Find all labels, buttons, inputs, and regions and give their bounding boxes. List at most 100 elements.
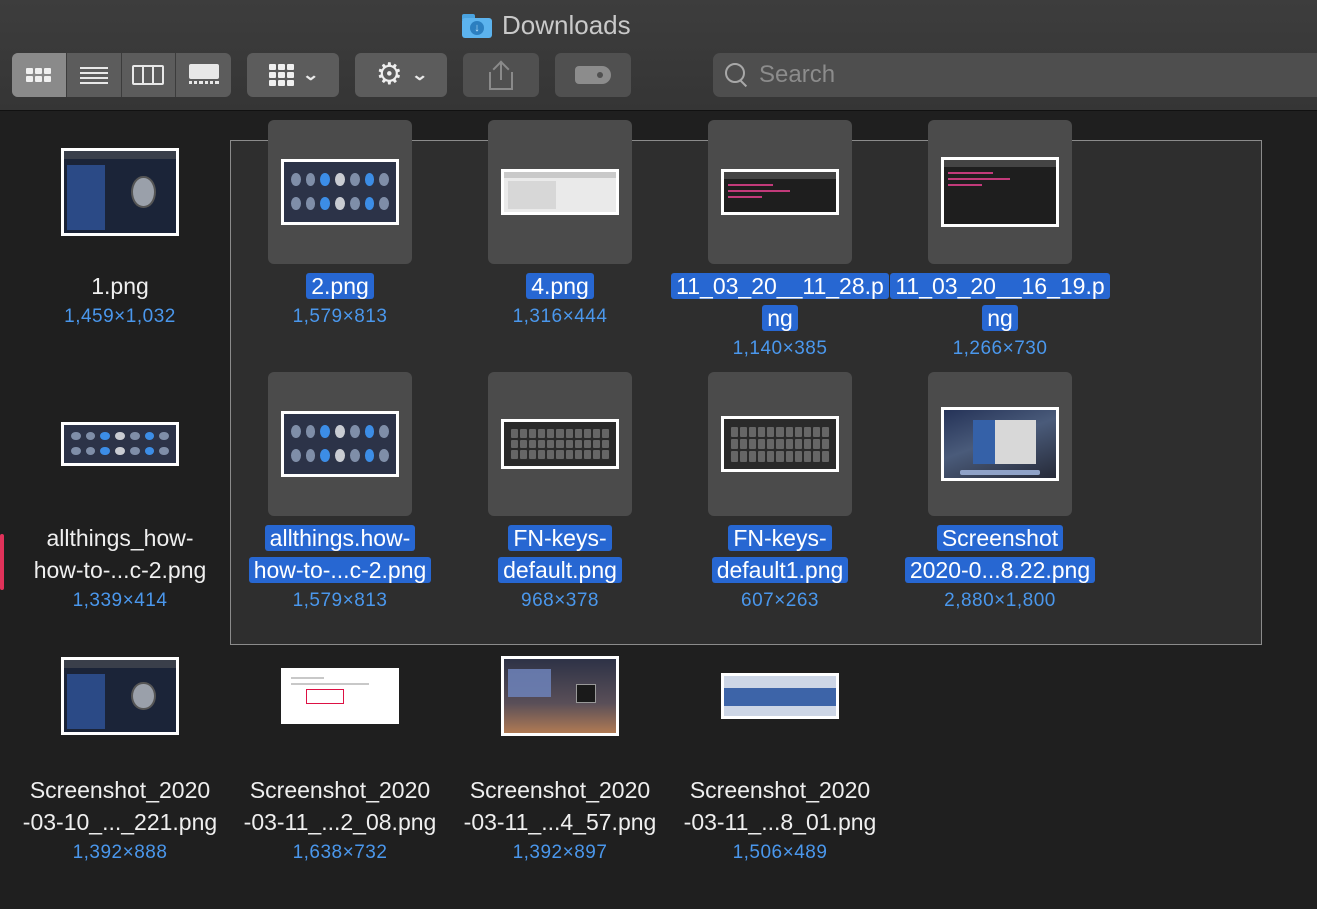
file-name-line: Screenshot_2020: [29, 777, 211, 803]
tag-icon: [575, 66, 611, 84]
file-thumbnail[interactable]: [708, 120, 852, 264]
thumbnail-frame: [501, 656, 619, 736]
file-name: allthings.how-how-to-...c-2.png: [230, 522, 450, 586]
file-item[interactable]: 11_03_20__16_19.png 1,266×730: [890, 112, 1110, 362]
thumbnail-image: [284, 671, 396, 721]
file-name-line: how-to-...c-2.png: [33, 557, 207, 583]
file-name-line: Screenshot_2020: [469, 777, 651, 803]
file-thumbnail[interactable]: [268, 372, 412, 516]
thumbnail-image: [64, 425, 176, 463]
file-name-line: 11_03_20__16_19.p: [890, 273, 1110, 299]
file-thumbnail[interactable]: [708, 372, 852, 516]
thumbnail-frame: [501, 419, 619, 469]
thumbnail-frame: [721, 169, 839, 215]
list-view-button[interactable]: [67, 53, 122, 97]
thumbnail-image: [504, 659, 616, 733]
file-name-line: allthings_how-: [46, 525, 194, 551]
thumbnail-frame: [61, 422, 179, 466]
file-thumbnail[interactable]: [268, 120, 412, 264]
file-item[interactable]: Screenshot_2020 -03-11_...2_08.png 1,638×7…: [230, 616, 450, 866]
file-name: 1.png: [10, 270, 230, 302]
file-name-line: how-to-...c-2.png: [248, 557, 432, 583]
file-item[interactable]: allthings.how-how-to-...c-2.png 1,579×813: [230, 364, 450, 614]
file-name-line: default.png: [498, 557, 622, 583]
file-thumbnail[interactable]: [928, 372, 1072, 516]
thumbnail-frame: [281, 411, 399, 477]
file-thumbnail[interactable]: [708, 624, 852, 768]
file-thumbnail[interactable]: [488, 624, 632, 768]
file-name: 11_03_20__11_28.p ng: [670, 270, 890, 334]
file-name: Screenshot_2020 -03-10_..._221.png: [10, 774, 230, 838]
share-button[interactable]: [463, 53, 539, 97]
thumbnail-image: [284, 162, 396, 222]
thumbnail-frame: [501, 169, 619, 215]
search-input[interactable]: [759, 61, 1259, 89]
chevron-down-icon: ⌄: [410, 67, 429, 84]
file-name-line: 4.png: [526, 273, 594, 299]
file-name-line: FN-keys-: [508, 525, 612, 551]
thumbnail-image: [944, 160, 1056, 224]
thumbnail-image: [724, 419, 836, 469]
file-name: Screenshot_2020 -03-11_...8_01.png: [670, 774, 890, 838]
file-dimensions: 1,579×813: [292, 590, 388, 611]
window-title: ↓ Downloads: [462, 10, 631, 41]
file-dimensions: 1,506×489: [732, 842, 828, 863]
chevron-down-icon: ⌄: [301, 67, 320, 84]
file-item[interactable]: Screenshot 2020-0...8.22.png 2,880×1,800: [890, 364, 1110, 614]
thumbnail-frame: [61, 148, 179, 236]
thumbnail-frame: [721, 416, 839, 472]
file-name-line: FN-keys-: [728, 525, 832, 551]
file-item[interactable]: 4.png 1,316×444: [450, 112, 670, 362]
grid-icon: [26, 68, 52, 82]
file-item[interactable]: 11_03_20__11_28.p ng 1,140×385: [670, 112, 890, 362]
file-thumbnail[interactable]: [488, 120, 632, 264]
search-field[interactable]: [713, 53, 1317, 97]
icon-view-button[interactable]: [12, 53, 67, 97]
group-by-button[interactable]: ⌄: [247, 53, 339, 97]
toolbar: ↓ Downloads ⌄ ⚙ ⌄: [0, 0, 1317, 111]
file-thumbnail[interactable]: [48, 624, 192, 768]
file-dimensions: 1,392×897: [512, 842, 608, 863]
thumbnail-image: [944, 410, 1056, 478]
downloads-folder-icon: ↓: [462, 13, 492, 38]
file-thumbnail[interactable]: [928, 120, 1072, 264]
file-thumbnail[interactable]: [48, 372, 192, 516]
file-item[interactable]: Screenshot_2020 -03-10_..._221.png 1,392×8…: [10, 616, 230, 866]
file-item[interactable]: Screenshot_2020 -03-11_...8_01.png 1,506×4…: [670, 616, 890, 866]
file-thumbnail[interactable]: [268, 624, 412, 768]
file-name: Screenshot_2020 -03-11_...4_57.png: [450, 774, 670, 838]
thumbnail-frame: [721, 673, 839, 719]
file-dimensions: 1,339×414: [72, 590, 168, 611]
tags-button[interactable]: [555, 53, 631, 97]
file-item[interactable]: 2.png 1,579×813: [230, 112, 450, 362]
thumbnail-image: [724, 172, 836, 212]
thumbnail-image: [504, 422, 616, 466]
file-name-line: allthings.how-: [264, 525, 416, 551]
file-name-line: ng: [982, 305, 1018, 331]
file-name-line: ng: [762, 305, 798, 331]
file-name: 2.png: [230, 270, 450, 302]
column-view-button[interactable]: [122, 53, 177, 97]
file-item[interactable]: Screenshot_2020 -03-11_...4_57.png 1,392×8…: [450, 616, 670, 866]
file-name: FN-keys-default1.png: [670, 522, 890, 586]
thumbnail-image: [284, 414, 396, 474]
file-dimensions: 1,638×732: [292, 842, 388, 863]
file-thumbnail[interactable]: [48, 120, 192, 264]
file-dimensions: 1,266×730: [952, 338, 1048, 359]
file-name-line: Screenshot_2020: [689, 777, 871, 803]
file-name-line: -03-11_...2_08.png: [243, 809, 437, 835]
file-item[interactable]: FN-keys-default.png 968×378: [450, 364, 670, 614]
thumbnail-frame: [941, 157, 1059, 227]
gallery-view-button[interactable]: [176, 53, 231, 97]
file-dimensions: 1,579×813: [292, 306, 388, 327]
file-name-line: -03-10_..._221.png: [22, 809, 218, 835]
file-item[interactable]: 1.png 1,459×1,032: [10, 112, 230, 362]
gallery-icon: [188, 64, 219, 86]
file-item[interactable]: allthings_how-how-to-...c-2.png 1,339×414: [10, 364, 230, 614]
action-menu-button[interactable]: ⚙ ⌄: [355, 53, 447, 97]
file-thumbnail[interactable]: [488, 372, 632, 516]
file-name: Screenshot 2020-0...8.22.png: [890, 522, 1110, 586]
file-item[interactable]: FN-keys-default1.png 607×263: [670, 364, 890, 614]
scroll-marker: [0, 534, 4, 590]
thumbnail-frame: [281, 159, 399, 225]
